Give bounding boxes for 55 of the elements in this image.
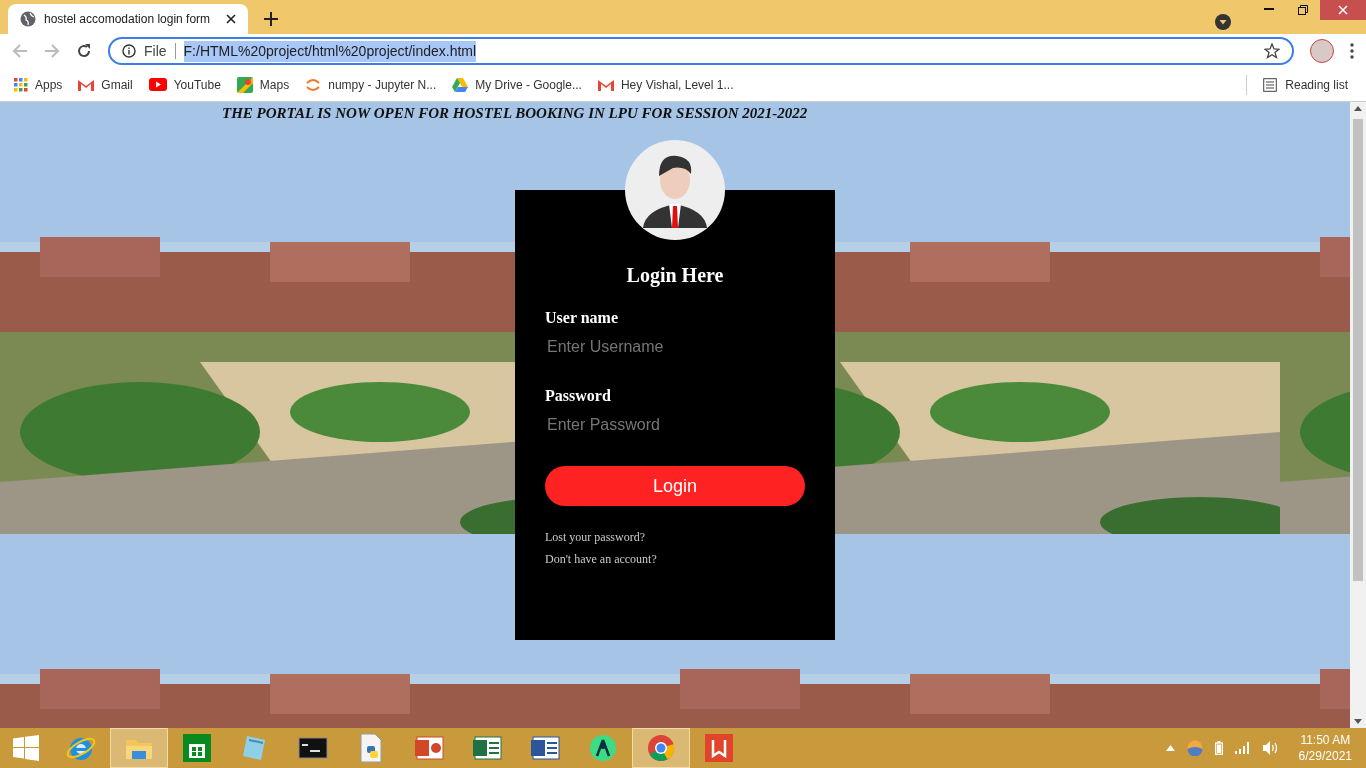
tab-title: hostel accomodation login form [44, 11, 212, 28]
triangle-icon [452, 77, 469, 92]
avatar[interactable] [1310, 39, 1334, 63]
pdf-icon[interactable] [703, 732, 735, 764]
close-icon [1338, 5, 1348, 15]
address-bar[interactable]: File F:/HTML%20project/html%20project/index.html [108, 37, 1294, 65]
shopping-bag-icon[interactable] [181, 732, 213, 764]
map-pin-icon [236, 76, 253, 93]
field-label: User name [545, 308, 620, 328]
scheme-label: File [144, 41, 167, 61]
url-text: F:/HTML%20project/html%20project/index.html [183, 40, 477, 62]
list-icon [1263, 77, 1278, 92]
globe-icon [20, 11, 36, 27]
login-button[interactable]: Login [545, 466, 805, 506]
envelope-icon [78, 78, 95, 91]
bookmark[interactable]: Hey Vishal, Level 1... [597, 75, 734, 94]
windows-logo-icon [13, 735, 39, 761]
reading-list-button[interactable]: Reading list [1263, 75, 1352, 94]
envelope-icon [597, 78, 614, 91]
text-field[interactable]: Enter Username [545, 330, 805, 364]
text-link[interactable]: Lost your password? [545, 528, 645, 546]
field-label: Password [545, 386, 612, 406]
info-icon[interactable] [122, 44, 136, 58]
reload-icon[interactable] [76, 43, 92, 59]
dropdown-icon[interactable] [1215, 14, 1231, 30]
minimize-icon[interactable] [1264, 8, 1274, 11]
play-icon [148, 78, 167, 91]
orbit-icon [305, 76, 322, 93]
text-field[interactable]: Enter Password [545, 408, 805, 442]
close-window-button[interactable] [1320, 0, 1366, 20]
bookmark[interactable]: Maps [236, 75, 290, 94]
scrollbar[interactable] [1350, 102, 1366, 728]
bookmark[interactable]: Gmail [78, 75, 133, 94]
battery-icon[interactable] [1214, 741, 1223, 755]
bookmark[interactable]: My Drive - Google... [452, 75, 582, 94]
star-icon[interactable] [1264, 43, 1280, 59]
new-tab-icon[interactable] [264, 12, 278, 26]
scroll-down-icon[interactable] [1354, 719, 1362, 724]
caret-up-icon[interactable] [1165, 745, 1175, 751]
scroll-up-icon[interactable] [1354, 106, 1362, 111]
bookmark[interactable]: Apps [14, 75, 63, 94]
close-icon[interactable] [226, 14, 236, 24]
speaker-icon[interactable] [1262, 741, 1279, 755]
more-icon[interactable] [1350, 43, 1354, 59]
grid-icon [14, 77, 28, 92]
restore-icon[interactable] [1298, 5, 1308, 15]
browser-tab[interactable]: hostel accomodation login form [8, 4, 248, 34]
text-link[interactable]: Don't have an account? [545, 550, 657, 568]
signal-icon[interactable] [1234, 742, 1251, 754]
chrome-icon[interactable] [645, 732, 677, 764]
login-title: Login Here [625, 263, 725, 289]
bookmark[interactable]: numpy - Jupyter N... [305, 75, 437, 94]
android-icon[interactable] [587, 732, 619, 764]
bookmark[interactable]: YouTube [148, 75, 221, 94]
notice-text: THE PORTAL IS NOW OPEN FOR HOSTEL BOOKING IN LPU FOR SESSION 2021-2022 [222, 104, 808, 123]
